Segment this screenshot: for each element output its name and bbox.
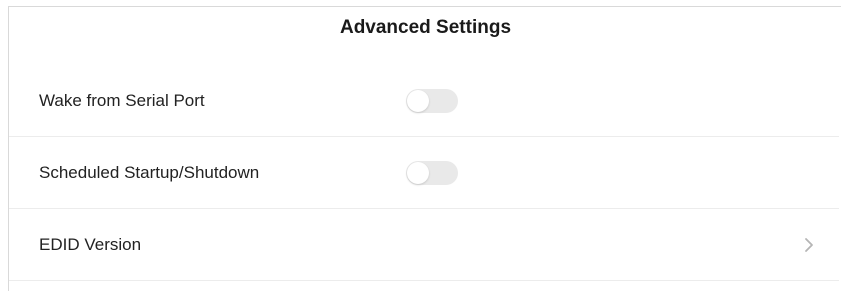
- setting-label: EDID Version: [39, 235, 142, 254]
- advanced-settings-panel: Advanced Settings Wake from Serial Port …: [8, 6, 841, 291]
- setting-row-wake-from-serial-port: Wake from Serial Port: [9, 65, 839, 137]
- toggle-knob: [407, 90, 429, 112]
- chevron-right-icon: [805, 238, 813, 252]
- setting-label: Wake from Serial Port: [39, 91, 205, 110]
- setting-row-scheduled-startup-shutdown: Scheduled Startup/Shutdown: [9, 137, 839, 209]
- scheduled-startup-shutdown-toggle[interactable]: [406, 161, 458, 185]
- page-title: Advanced Settings: [339, 17, 512, 38]
- setting-row-edid-version[interactable]: EDID Version: [9, 209, 839, 281]
- toggle-knob: [407, 162, 429, 184]
- wake-from-serial-port-toggle[interactable]: [406, 89, 458, 113]
- setting-label: Scheduled Startup/Shutdown: [39, 163, 260, 182]
